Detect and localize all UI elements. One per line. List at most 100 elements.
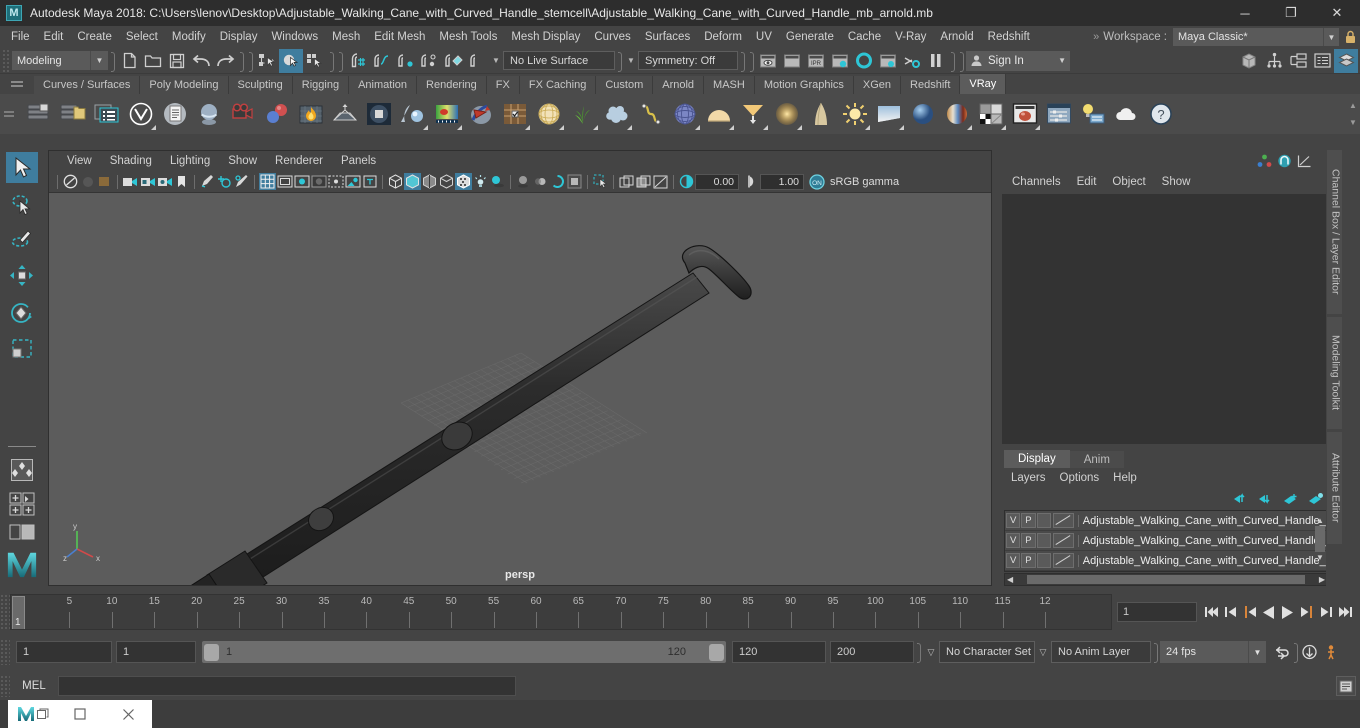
- chevron-down-icon[interactable]: ▼: [1323, 28, 1339, 46]
- motion-blur-icon[interactable]: [532, 173, 549, 190]
- playback-loop-icon[interactable]: [1272, 641, 1291, 663]
- open-node-editor-button[interactable]: [1286, 49, 1310, 73]
- layer-color-swatch[interactable]: [1052, 533, 1074, 548]
- screen-space-ao-icon[interactable]: [515, 173, 532, 190]
- xray-joints-icon[interactable]: [233, 173, 250, 190]
- time-slider-gripper[interactable]: [0, 594, 10, 630]
- snap-to-point-button[interactable]: [393, 49, 417, 73]
- vray-light-dome-icon[interactable]: [396, 98, 429, 131]
- vray-settings-panel-icon[interactable]: [1042, 98, 1075, 131]
- layers-menu-options[interactable]: Options: [1053, 471, 1107, 485]
- exposure-control-icon[interactable]: [652, 173, 669, 190]
- scroll-left-icon[interactable]: ◀: [1005, 575, 1015, 584]
- xray-mode-icon[interactable]: [618, 173, 635, 190]
- open-channel-box-button[interactable]: [1334, 48, 1358, 73]
- vray-cloud-fur-icon[interactable]: [600, 98, 633, 131]
- toggle-textured-icon[interactable]: [438, 173, 455, 190]
- new-scene-button[interactable]: [117, 49, 141, 73]
- vray-light-lister-icon[interactable]: [1076, 98, 1109, 131]
- smooth-shade-all-icon[interactable]: [404, 173, 421, 190]
- render-settings-button[interactable]: [828, 49, 852, 73]
- auto-key-icon[interactable]: [1300, 641, 1319, 663]
- toggle-grid-icon[interactable]: [259, 173, 276, 190]
- table-row[interactable]: V P Adjustable_Walking_Cane_with_Curved_…: [1005, 551, 1327, 571]
- undo-button[interactable]: [189, 49, 213, 73]
- layers-menu-layers[interactable]: Layers: [1004, 471, 1053, 485]
- side-tab-channel-box-layer-editor[interactable]: Channel Box / Layer Editor: [1326, 150, 1342, 314]
- vray-cloud-icon[interactable]: [1110, 98, 1143, 131]
- tab-anim[interactable]: Anim: [1069, 451, 1124, 468]
- layer-playback-toggle[interactable]: P: [1021, 533, 1036, 548]
- scroll-thumb[interactable]: [1315, 526, 1325, 552]
- scroll-up-icon[interactable]: ▲: [1314, 516, 1326, 525]
- close-button[interactable]: ✕: [1314, 0, 1360, 26]
- viewport-menu-view[interactable]: View: [59, 154, 100, 168]
- layer-type-toggle[interactable]: [1036, 513, 1051, 528]
- graph-editor-icon[interactable]: [1297, 154, 1312, 168]
- snap-options-chevron-down-icon[interactable]: ▼: [489, 49, 503, 73]
- scale-tool[interactable]: [6, 333, 38, 364]
- shelf-tab-redshift[interactable]: Redshift: [901, 76, 961, 94]
- range-slider-right-handle[interactable]: [709, 643, 724, 661]
- vray-material-ball-icon[interactable]: [940, 98, 973, 131]
- toggle-text-overlay-icon[interactable]: [361, 173, 378, 190]
- snap-to-curve-button[interactable]: [369, 49, 393, 73]
- snap-to-projected-center-button[interactable]: [417, 49, 441, 73]
- vray-sphere-volume-icon[interactable]: [668, 98, 701, 131]
- ipr-render-button[interactable]: IPR: [804, 49, 828, 73]
- viewport-canvas[interactable]: y x z persp: [49, 193, 991, 585]
- new-layer-icon[interactable]: [1283, 492, 1299, 505]
- image-plane-icon[interactable]: [96, 173, 113, 190]
- layers-menu-help[interactable]: Help: [1106, 471, 1144, 485]
- vray-curve-icon[interactable]: [634, 98, 667, 131]
- wireframe-shading-icon[interactable]: [387, 173, 404, 190]
- shadows-icon[interactable]: [489, 173, 506, 190]
- menu-select[interactable]: Select: [119, 29, 165, 45]
- vray-grid-checker-icon[interactable]: [498, 98, 531, 131]
- vray-proxy-icon[interactable]: [464, 98, 497, 131]
- workspace-select[interactable]: Maya Classic*: [1173, 28, 1323, 46]
- menu-mesh-display[interactable]: Mesh Display: [504, 29, 587, 45]
- camera-attributes-icon[interactable]: [79, 173, 96, 190]
- shelf-tab-motion-graphics[interactable]: Motion Graphics: [754, 76, 854, 94]
- live-surface-field[interactable]: No Live Surface: [503, 51, 615, 70]
- paint-select-tool[interactable]: [6, 225, 38, 256]
- anim-layer-chevron-down-icon[interactable]: ▽: [1035, 641, 1051, 663]
- play-forwards-icon[interactable]: [1278, 601, 1297, 623]
- vray-help-icon[interactable]: ?: [1144, 98, 1177, 131]
- layout-quad-icon[interactable]: [6, 455, 38, 486]
- hypershade-button[interactable]: [852, 49, 876, 73]
- layout-persp-outliner-icon[interactable]: [6, 491, 38, 516]
- layout-persp-graph-icon[interactable]: [6, 521, 38, 543]
- shelf-tab-fx[interactable]: FX: [486, 76, 520, 94]
- vray-framebuffer-icon[interactable]: [1008, 98, 1041, 131]
- make-live-button[interactable]: [465, 49, 489, 73]
- open-outliner-button[interactable]: [1238, 49, 1262, 73]
- render-setup-button[interactable]: [900, 49, 924, 73]
- menu-edit-mesh[interactable]: Edit Mesh: [367, 29, 432, 45]
- command-line-gripper[interactable]: [0, 675, 10, 697]
- xray-active-components-icon[interactable]: [635, 173, 652, 190]
- select-tool[interactable]: [6, 152, 38, 184]
- vray-grass-icon[interactable]: [566, 98, 599, 131]
- layer-name[interactable]: Adjustable_Walking_Cane_with_Curved_Hand…: [1077, 534, 1327, 547]
- shelf-tab-rendering[interactable]: Rendering: [417, 76, 487, 94]
- shelf-tab-xgen[interactable]: XGen: [853, 76, 902, 94]
- shelf-tab-arnold[interactable]: Arnold: [653, 76, 705, 94]
- redo-previous-render-button[interactable]: [780, 49, 804, 73]
- vray-gradient-chart-icon[interactable]: [430, 98, 463, 131]
- vray-render-stack-icon[interactable]: [22, 98, 55, 131]
- vray-dome-light-icon[interactable]: [702, 98, 735, 131]
- layer-name[interactable]: Adjustable_Walking_Cane_with_Curved_Hand…: [1077, 554, 1327, 567]
- bookmark-camera-icon[interactable]: [122, 173, 139, 190]
- pause-render-button[interactable]: [924, 49, 948, 73]
- menu-modify[interactable]: Modify: [165, 29, 213, 45]
- lasso-select-tool[interactable]: [6, 188, 38, 219]
- two-d-pan-zoom-icon[interactable]: [173, 173, 190, 190]
- menu-deform[interactable]: Deform: [697, 29, 749, 45]
- menu-cache[interactable]: Cache: [841, 29, 888, 45]
- vray-material-icon[interactable]: [192, 98, 225, 131]
- shelf-tab-vray[interactable]: VRay: [960, 74, 1007, 94]
- layer-visibility-toggle[interactable]: V: [1006, 533, 1021, 548]
- scroll-thumb[interactable]: [1027, 575, 1305, 584]
